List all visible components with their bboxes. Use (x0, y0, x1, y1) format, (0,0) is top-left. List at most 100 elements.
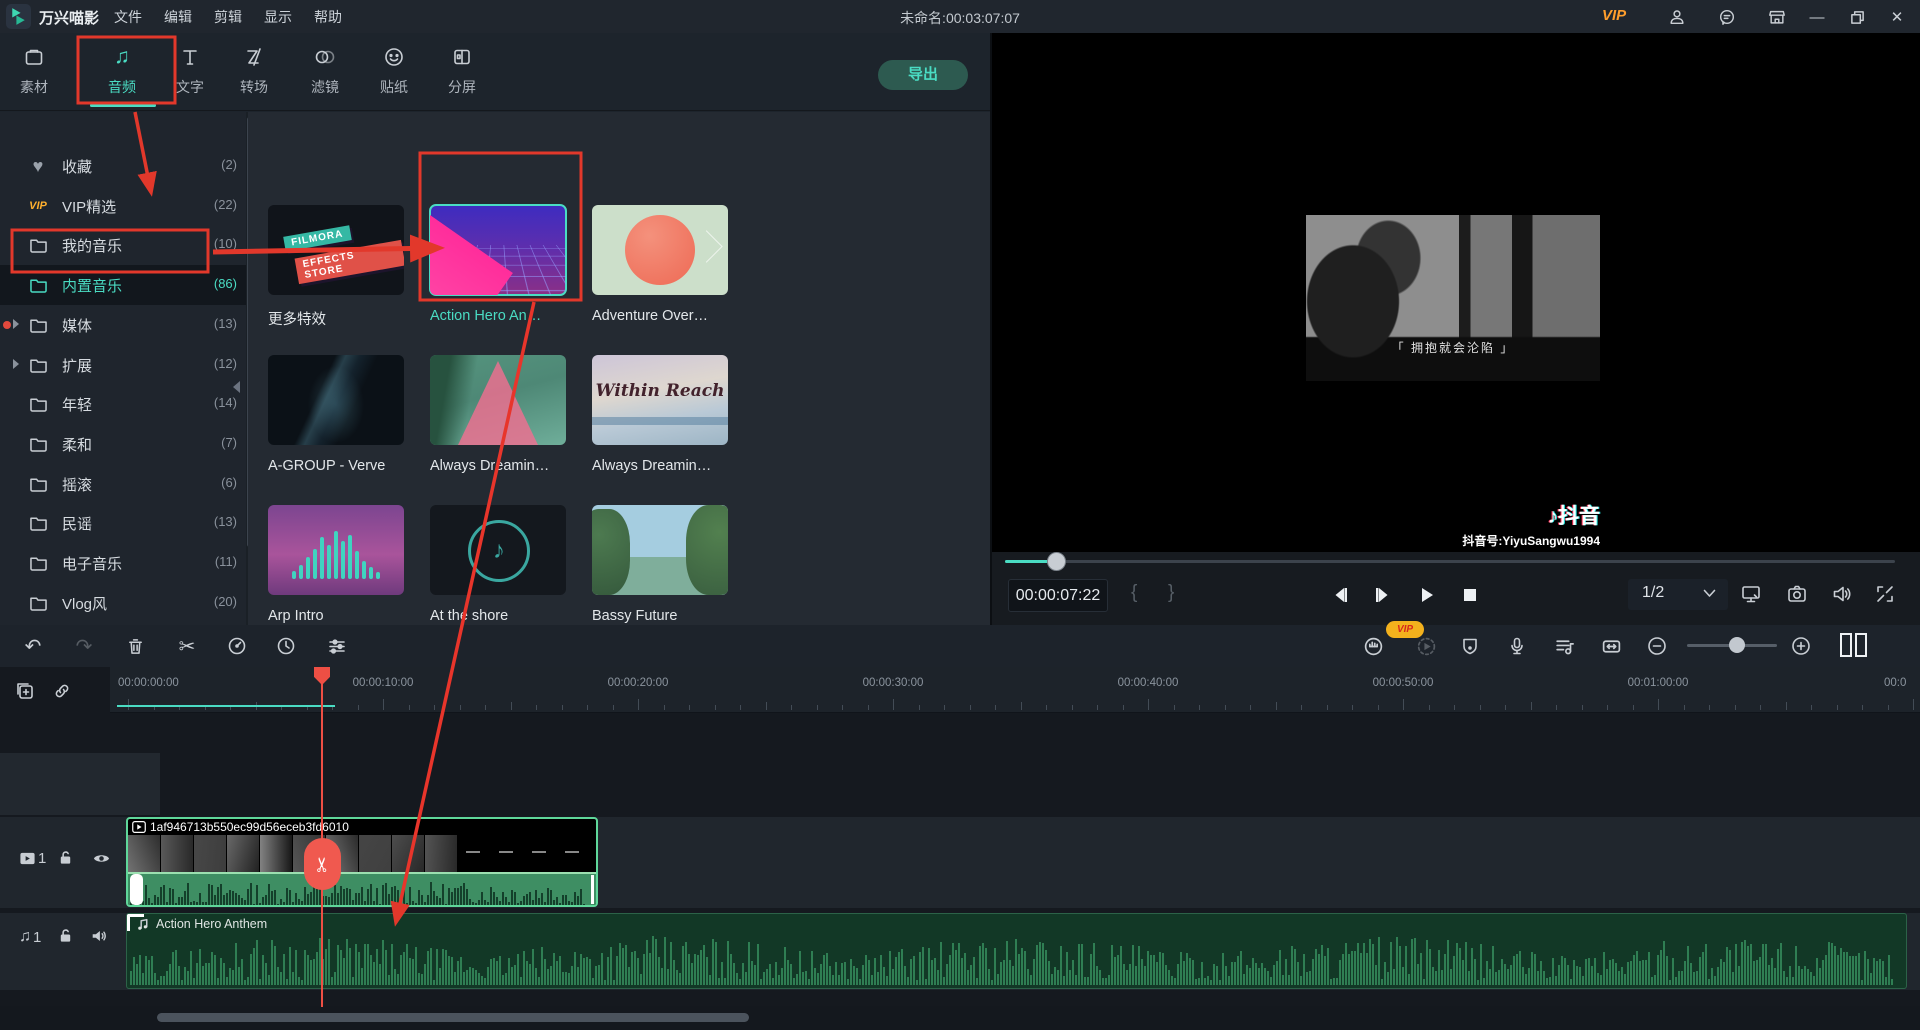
record-voiceover-icon[interactable] (1503, 632, 1531, 660)
link-clips-icon[interactable] (52, 681, 72, 701)
sidebar-item-民谣[interactable]: 民谣(13) (0, 503, 247, 543)
split-icon[interactable]: ✂ (173, 632, 201, 660)
music-item-thumbnail[interactable]: Within Reach (592, 355, 728, 445)
music-item-更多特效[interactable]: FILMORAEFFECTS STORE更多特效 (268, 205, 404, 329)
clip-trim-handle-left[interactable] (130, 874, 143, 905)
redo-icon[interactable]: ↷ (70, 632, 98, 660)
video-track-lock-icon[interactable] (57, 849, 74, 866)
sidebar-item-电子音乐[interactable]: 电子音乐(11) (0, 543, 247, 583)
sidebar-item-我的音乐[interactable]: 我的音乐(10) (0, 225, 247, 265)
duration-icon[interactable] (272, 632, 300, 660)
audio-track-lock-icon[interactable] (57, 927, 74, 944)
expand-arrow-icon[interactable] (13, 359, 19, 369)
music-item-Always-Dreamin…[interactable]: Always Dreamin… (430, 355, 566, 474)
snapshot-icon[interactable] (1786, 583, 1810, 607)
playhead-line[interactable] (321, 667, 323, 1007)
music-item-Action-Hero-An…[interactable]: Action Hero An… (430, 205, 566, 324)
sidebar-item-年轻[interactable]: 年轻(14) (0, 384, 247, 424)
collapse-sidebar-icon[interactable] (233, 381, 240, 393)
voice-changer-icon[interactable] (1359, 632, 1387, 660)
sidebar-item-label: Vlog风 (62, 593, 107, 614)
music-item-thumbnail[interactable] (430, 355, 566, 445)
tab-滤镜[interactable]: 滤镜 (285, 43, 365, 97)
tab-素材[interactable]: 素材 (0, 43, 74, 97)
music-item-thumbnail[interactable] (592, 205, 728, 295)
audio-clip-name: Action Hero Anthem (137, 917, 267, 931)
previous-frame-button[interactable] (1325, 580, 1355, 610)
music-item-A-GROUP---Verve[interactable]: A-GROUP - Verve (268, 355, 404, 474)
render-preview-icon[interactable] (1412, 632, 1440, 660)
music-item-thumbnail[interactable] (430, 205, 566, 295)
export-button[interactable]: 导出 (878, 60, 968, 90)
menu-item[interactable]: 显示 (253, 7, 303, 27)
zoom-slider-handle[interactable] (1729, 637, 1745, 653)
sidebar-item-收藏[interactable]: ♥收藏(2) (0, 146, 247, 186)
mark-out-button[interactable]: } (1168, 582, 1174, 604)
feedback-icon[interactable] (1716, 6, 1738, 28)
music-item-Adventure-Over…[interactable]: Adventure Over… (592, 205, 728, 324)
audio-clip[interactable]: Action Hero Anthem (126, 913, 1907, 989)
music-item-At-the-shore[interactable]: ♪At the shore (430, 505, 566, 624)
add-to-timeline-icon[interactable] (14, 680, 36, 702)
display-device-icon[interactable] (1740, 583, 1764, 607)
fullscreen-icon[interactable] (1874, 583, 1898, 607)
preview-quality-dropdown[interactable]: 1/2 (1628, 579, 1728, 610)
zoom-in-icon[interactable] (1787, 632, 1815, 660)
undo-icon[interactable]: ↶ (19, 632, 47, 660)
sidebar-item-柔和[interactable]: 柔和(7) (0, 424, 247, 464)
speed-icon[interactable] (223, 632, 251, 660)
expand-arrow-icon[interactable] (13, 319, 19, 329)
music-item-Always-Dreamin…[interactable]: Within ReachAlways Dreamin… (592, 355, 728, 474)
music-item-Bassy-Future[interactable]: Bassy Future (592, 505, 728, 624)
restore-icon[interactable] (1846, 6, 1868, 28)
next-frame-button[interactable] (1368, 580, 1398, 610)
close-icon[interactable]: ✕ (1886, 6, 1908, 28)
sidebar-item-Vlog风[interactable]: Vlog风(20) (0, 583, 247, 623)
scrubber-track[interactable] (1005, 560, 1895, 563)
stop-button[interactable] (1455, 580, 1485, 610)
music-item-thumbnail[interactable] (592, 505, 728, 595)
menu-item[interactable]: 编辑 (153, 7, 203, 27)
scrubber-handle[interactable] (1047, 552, 1066, 571)
music-item-thumbnail[interactable] (268, 355, 404, 445)
menu-item[interactable]: 文件 (103, 7, 153, 27)
tab-label: 滤镜 (285, 77, 365, 97)
sidebar-item-VIP精选[interactable]: VIPVIP精选(22) (0, 186, 247, 226)
menu-item[interactable]: 剪辑 (203, 7, 253, 27)
music-item-Arp-Intro[interactable]: Arp Intro (268, 505, 404, 624)
tab-分屏[interactable]: 分屏 (422, 43, 502, 97)
video-clip[interactable]: 1af946713b550ec99d56eceb3fd6010 (126, 817, 598, 907)
timeline-ruler[interactable]: 00:00:00:0000:00:10:0000:00:20:0000:00:3… (110, 667, 1920, 713)
volume-icon[interactable] (1831, 583, 1855, 607)
zoom-out-icon[interactable] (1643, 632, 1671, 660)
sidebar-item-媒体[interactable]: 媒体(13) (0, 305, 247, 345)
account-icon[interactable] (1666, 6, 1688, 28)
audio-to-text-icon[interactable] (1550, 632, 1578, 660)
current-time[interactable]: 00:00:07:22 (1008, 579, 1108, 612)
music-item-thumbnail[interactable]: FILMORAEFFECTS STORE (268, 205, 404, 295)
tab-转场[interactable]: 转场 (214, 43, 294, 97)
clip-trim-handle-right[interactable] (591, 875, 594, 904)
folder-icon (28, 553, 48, 573)
vip-button[interactable]: VIP (1602, 7, 1626, 24)
mark-in-button[interactable]: { (1131, 582, 1137, 604)
sidebar-item-内置音乐[interactable]: 内置音乐(86) (0, 265, 247, 305)
play-button[interactable] (1412, 580, 1442, 610)
transition-icon (214, 43, 294, 71)
store-icon[interactable] (1766, 6, 1788, 28)
sidebar-item-扩展[interactable]: 扩展(12) (0, 345, 247, 385)
quick-split-button[interactable]: ✂ (304, 838, 341, 890)
sidebar-item-摇滚[interactable]: 摇滚(6) (0, 464, 247, 504)
adjust-icon[interactable] (323, 632, 351, 660)
music-item-thumbnail[interactable]: ♪ (430, 505, 566, 595)
video-track-visibility-icon[interactable] (92, 849, 111, 868)
menu-item[interactable]: 帮助 (303, 7, 353, 27)
minimize-icon[interactable]: — (1806, 6, 1828, 28)
layout-toggle-icon[interactable] (1840, 633, 1874, 657)
audio-track-mute-icon[interactable] (90, 927, 108, 945)
delete-icon[interactable] (121, 632, 149, 660)
timeline-horizontal-scrollbar[interactable] (157, 1013, 749, 1022)
mask-icon[interactable] (1456, 632, 1484, 660)
music-item-thumbnail[interactable] (268, 505, 404, 595)
fit-timeline-icon[interactable] (1597, 632, 1625, 660)
